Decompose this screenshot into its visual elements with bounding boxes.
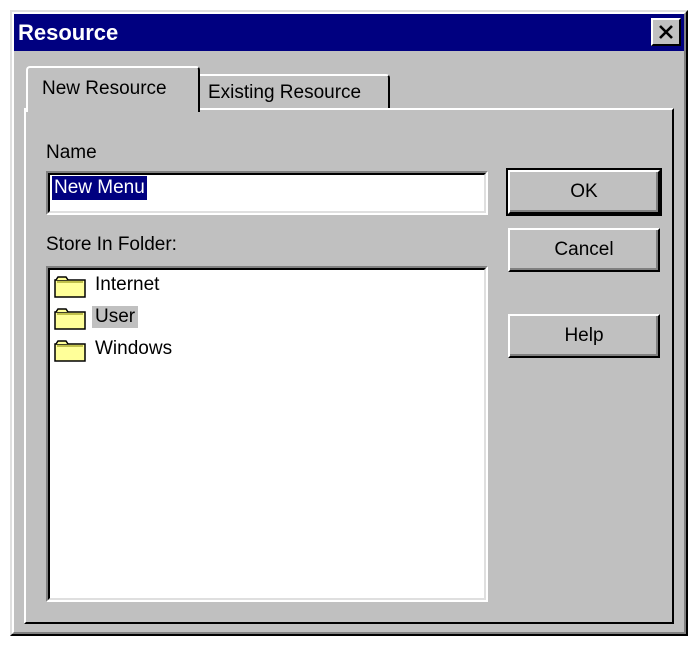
window-title: Resource bbox=[18, 20, 119, 45]
resource-dialog: Resource New Resource Existing Resource … bbox=[10, 10, 688, 636]
close-icon bbox=[659, 25, 673, 39]
tab-new-resource[interactable]: New Resource bbox=[26, 66, 200, 112]
title-bar[interactable]: Resource bbox=[14, 14, 684, 51]
tab-label: Existing Resource bbox=[208, 82, 362, 103]
tab-existing-resource[interactable]: Existing Resource bbox=[200, 74, 390, 110]
tab-label: New Resource bbox=[42, 78, 167, 99]
close-button[interactable] bbox=[651, 18, 681, 46]
tab-panel bbox=[24, 108, 674, 624]
